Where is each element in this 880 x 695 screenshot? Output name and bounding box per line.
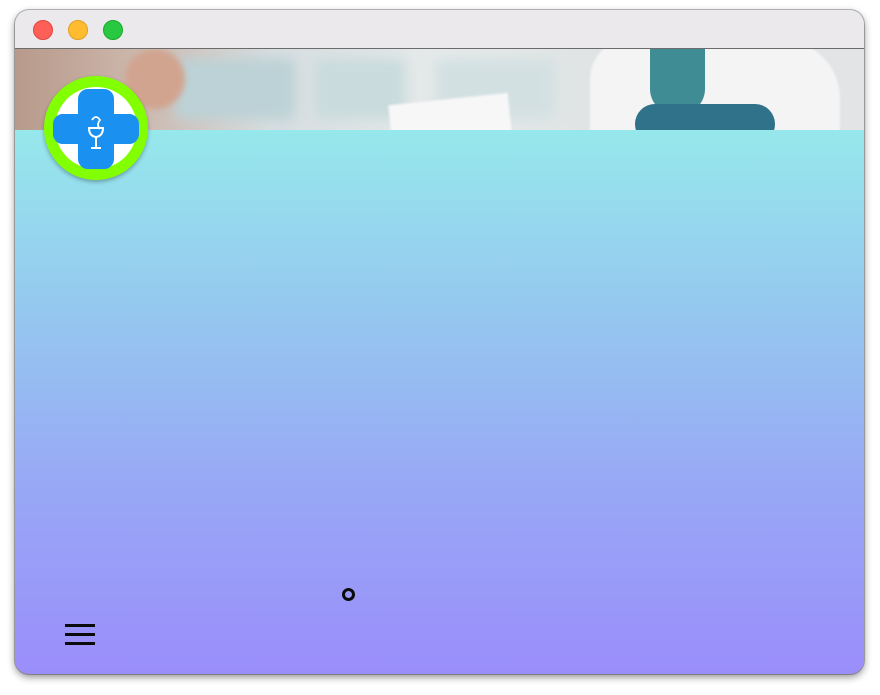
pharmacist-glove	[635, 104, 775, 130]
close-window-button[interactable]	[33, 20, 53, 40]
shelf-blur	[175, 59, 295, 119]
menu-bar	[65, 642, 95, 645]
loading-ring-icon	[342, 588, 355, 601]
maximize-window-button[interactable]	[103, 20, 123, 40]
minimize-window-button[interactable]	[68, 20, 88, 40]
browser-window	[15, 10, 864, 674]
prescription-paper	[388, 92, 512, 130]
main-content	[15, 130, 864, 674]
hamburger-menu-icon[interactable]	[63, 622, 97, 650]
menu-bar	[65, 624, 95, 627]
pharmacy-cross-icon	[53, 89, 139, 169]
window-titlebar	[15, 10, 864, 49]
pharmacy-logo[interactable]	[44, 76, 148, 180]
menu-bar	[65, 633, 95, 636]
